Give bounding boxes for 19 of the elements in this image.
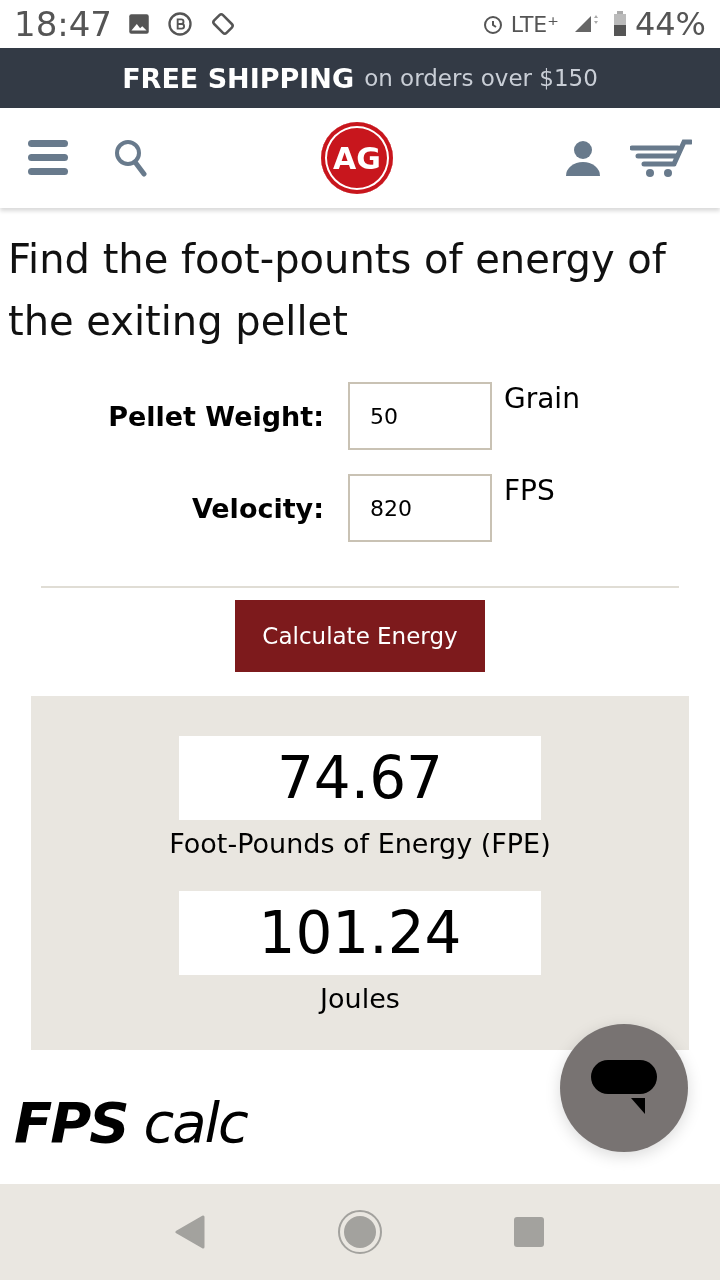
unit-label: FPS — [503, 474, 556, 507]
result-label: Foot-Pounds of Energy (FPE) — [169, 828, 551, 859]
result-value: 101.24 — [179, 891, 541, 975]
result-value: 74.67 — [179, 736, 541, 820]
logo[interactable]: AG — [321, 122, 393, 194]
input-field[interactable]: 50 — [348, 382, 492, 450]
battery-label: 44% — [634, 5, 706, 43]
calculate-button[interactable]: Calculate Energy — [235, 600, 485, 672]
banner-title: FREE SHIPPING — [122, 62, 355, 94]
banner-text: on orders over $150 — [364, 65, 598, 91]
input-field[interactable]: 820 — [348, 474, 492, 542]
result-label: Joules — [320, 983, 400, 1014]
status-time: 18:47 — [14, 4, 112, 44]
network-label: LTE⁺ — [510, 11, 559, 37]
unit-label: Grain — [503, 382, 581, 415]
page-title: Find the foot-pounts of energy of the exiting pellet — [8, 235, 668, 346]
fps-calc-heading: FPS calc — [14, 1090, 247, 1155]
field-label: Pellet Weight: — [107, 400, 325, 432]
field-label: Velocity: — [190, 492, 325, 524]
